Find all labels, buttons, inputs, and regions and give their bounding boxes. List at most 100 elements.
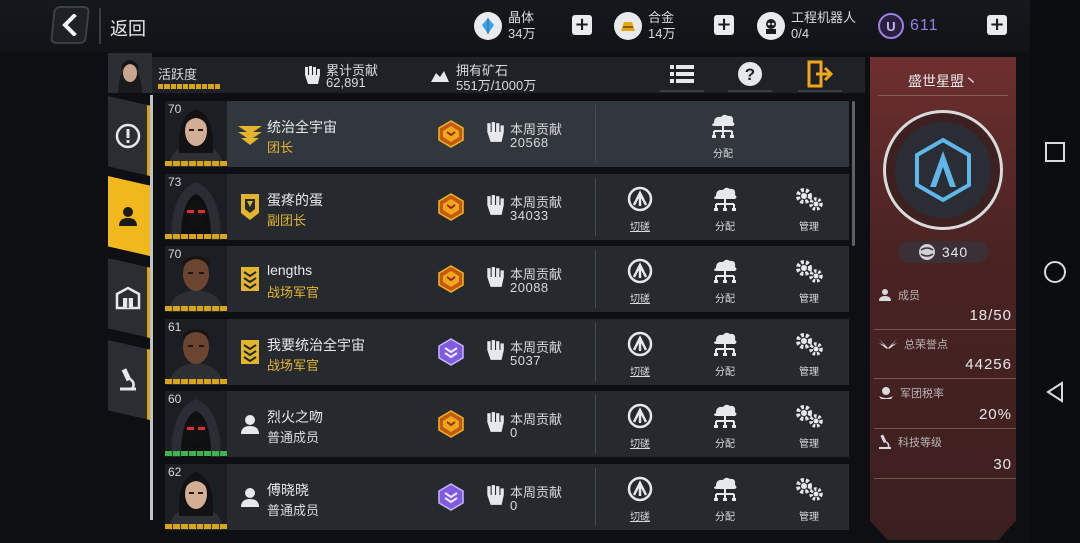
member-level: 73: [168, 174, 182, 189]
alliance-emblem[interactable]: [883, 110, 1003, 230]
divider: [874, 478, 1016, 479]
weekly-contrib-value: 5037: [510, 352, 541, 368]
member-row[interactable]: 61 我要统治全宇宙 战场军官 本周贡献 5037 切磋 分配 管理: [165, 318, 849, 385]
action-label: 管理: [799, 439, 819, 450]
divider: [874, 428, 1016, 429]
officer-rank-icon: [237, 337, 263, 367]
purple-medal-icon: [437, 482, 465, 511]
weekly-contrib-value: 0: [510, 497, 518, 513]
resource-name: 工程机器人: [791, 10, 857, 25]
resource-value: 0/4: [791, 26, 810, 41]
member-role: 团长: [267, 140, 294, 155]
action-label: 管理: [799, 294, 819, 305]
svg-text:?: ?: [745, 65, 755, 84]
fist-icon: [487, 194, 504, 215]
action-label: 管理: [799, 366, 819, 378]
back-label[interactable]: 返回: [110, 15, 146, 41]
member-role: 普通成员: [267, 430, 320, 445]
duel-button[interactable]: 切磋: [620, 331, 660, 378]
member-name: 统治全宇宙: [267, 119, 337, 135]
help-button[interactable]: ?: [728, 58, 772, 92]
member-row[interactable]: 60 烈火之吻 普通成员 本周贡献 0 切磋 分配 管理: [165, 391, 849, 457]
stat-tax-value: 20%: [978, 406, 1012, 423]
orb-icon: [918, 244, 935, 260]
member-row[interactable]: 73 蛋疼的蛋 副团长 本周贡献 34033 切磋 分配 管理: [165, 173, 849, 240]
distribute-button[interactable]: 分配: [705, 331, 745, 378]
duel-button[interactable]: 切磋: [620, 258, 660, 305]
add-currency-button[interactable]: +: [987, 15, 1007, 35]
divider: [874, 378, 1016, 379]
manage-button[interactable]: 管理: [789, 186, 829, 233]
home-button[interactable]: [1043, 260, 1067, 284]
alert-icon: [115, 123, 140, 149]
distribute-button[interactable]: 分配: [703, 113, 743, 160]
divider: [595, 467, 596, 526]
duel-button[interactable]: 切磋: [620, 476, 660, 523]
list-scrollbar[interactable]: [852, 101, 855, 246]
manage-button[interactable]: 管理: [789, 403, 829, 450]
stat-tax-label: 军团税率: [878, 385, 944, 401]
member-avatar[interactable]: 70: [165, 246, 227, 312]
action-label: 分配: [715, 439, 735, 450]
manage-button[interactable]: 管理: [789, 331, 829, 378]
nav-back-button[interactable]: [1043, 380, 1067, 404]
alliance-points: 340: [898, 241, 988, 263]
duel-icon: [627, 403, 653, 433]
add-alloy-button[interactable]: +: [714, 15, 734, 35]
leader-rank-icon: [237, 119, 263, 149]
exit-alliance-button[interactable]: [798, 58, 842, 92]
help-icon: ?: [738, 62, 762, 86]
gears-icon: [794, 332, 824, 361]
player-avatar[interactable]: [108, 53, 152, 93]
member-name: lengths: [267, 262, 313, 278]
alliance-name: 盛世星盟丶: [908, 73, 978, 89]
member-row[interactable]: 70 lengths 战场军官 本周贡献 20088 切磋 分配 管理: [165, 246, 849, 312]
action-label: 分配: [715, 294, 735, 305]
recent-apps-button[interactable]: [1043, 140, 1067, 164]
tab-research[interactable]: [108, 340, 150, 420]
ore-icon: [431, 71, 449, 82]
manage-button[interactable]: 管理: [789, 258, 829, 305]
action-label: 分配: [715, 221, 735, 233]
tab-notice[interactable]: [108, 96, 150, 176]
weekly-contrib-value: 20088: [510, 280, 549, 295]
fist-icon: [305, 66, 320, 84]
action-label: 切磋: [630, 221, 650, 233]
level-bar: [165, 306, 227, 311]
distribute-button[interactable]: 分配: [705, 403, 745, 450]
tax-icon: [879, 387, 893, 399]
divider: [874, 329, 1016, 330]
list-button[interactable]: [660, 58, 704, 92]
level-bar: [165, 523, 227, 529]
add-crystal-button[interactable]: +: [572, 15, 592, 35]
resource-name: 合金: [648, 10, 675, 25]
duel-button[interactable]: 切磋: [620, 403, 660, 450]
member-avatar[interactable]: 73: [165, 173, 227, 240]
distribute-icon: [711, 259, 739, 288]
member-row[interactable]: 70 统治全宇宙 团长 本周贡献 20568 分配: [165, 101, 849, 167]
back-button[interactable]: [50, 6, 90, 44]
fist-icon: [487, 339, 504, 360]
member-avatar[interactable]: 61: [165, 318, 227, 385]
gears-icon: [794, 405, 824, 433]
alliance-panel: 盛世星盟丶 340 成员 18/50 总荣誉点 44256 军团税率 20% 科…: [870, 57, 1016, 540]
member-avatar[interactable]: 60: [165, 391, 227, 457]
member-role: 战场军官: [267, 285, 320, 300]
square-icon: [1045, 142, 1065, 162]
distribute-button[interactable]: 分配: [705, 476, 745, 523]
total-contrib-value: 62,891: [326, 75, 366, 90]
tab-building[interactable]: [108, 258, 150, 338]
distribute-button[interactable]: 分配: [705, 258, 745, 305]
member-avatar[interactable]: 62: [165, 463, 227, 530]
action-label: 管理: [799, 221, 819, 233]
tab-members[interactable]: [108, 176, 150, 256]
resource-robot: 工程机器人 0/4: [757, 6, 856, 46]
distribute-button[interactable]: 分配: [705, 186, 745, 233]
manage-button[interactable]: 管理: [789, 476, 829, 523]
gold-medal-icon: [437, 192, 465, 221]
member-avatar[interactable]: 70: [165, 101, 227, 167]
member-row[interactable]: 62 傅晓晓 普通成员 本周贡献 0 切磋 分配 管理: [165, 463, 849, 530]
member-level: 70: [168, 247, 182, 261]
fist-icon: [487, 122, 504, 142]
duel-button[interactable]: 切磋: [620, 186, 660, 233]
